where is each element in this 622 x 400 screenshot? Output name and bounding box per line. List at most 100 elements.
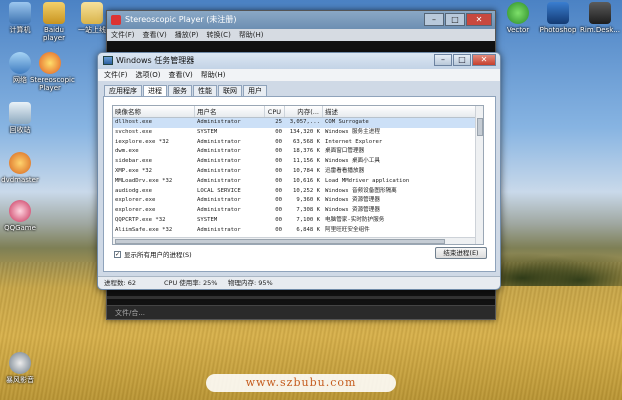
task-manager-icon [103,56,113,65]
scrollbar-thumb[interactable] [115,239,445,244]
tab-networking[interactable]: 联网 [218,85,242,96]
vertical-scrollbar[interactable] [475,106,483,244]
cell-image-name: dwm.exe [115,148,139,155]
menu-convert[interactable]: 转换(C) [206,29,230,41]
tab-performance[interactable]: 性能 [193,85,217,96]
window-title: Stereoscopic Player (未注册) [125,15,237,24]
maximize-button[interactable]: □ [445,13,465,26]
table-row[interactable]: dwm.exe Administrator 00 18,376 K 桌面窗口管理器 [113,147,483,157]
process-table[interactable]: 映像名称 用户名 CPU 内存(... 描述 dllhost.exe Admini… [112,105,484,245]
desktop-icon-qqgame[interactable]: QQGame [0,200,40,232]
scrollbar-thumb[interactable] [477,118,483,136]
menu-options[interactable]: 选项(O) [136,69,161,81]
menu-file[interactable]: 文件(F) [111,29,135,41]
menu-help[interactable]: 帮助(H) [201,69,226,81]
menu-play[interactable]: 播放(P) [175,29,199,41]
media-player-icon [9,352,31,374]
cell-description: 电脑管家-实时防护服务 [325,216,385,223]
recycle-bin-icon [9,102,31,124]
tab-users[interactable]: 用户 [243,85,267,96]
cell-cpu: 25 [275,119,282,125]
title-bar[interactable]: Windows 任务管理器 – □ ✕ [98,53,500,69]
desktop-icon-label: QQGame [4,224,36,232]
desktop-icon-stereoscopic[interactable]: Stereoscopic Player [30,52,75,92]
desktop-icon-label: Stereoscopic Player [30,76,75,92]
cell-description: Windows 资源管理器 [325,197,380,204]
desktop-icon-baidu-player[interactable]: Baidu player [34,2,74,42]
cell-memory: 7,100 K [296,216,320,223]
cell-description: Windows 音频设备图形隔离 [325,187,397,194]
table-header: 映像名称 用户名 CPU 内存(... 描述 [113,106,483,118]
tab-applications[interactable]: 应用程序 [104,85,142,96]
cell-description: 桌面窗口管理器 [325,148,365,155]
desktop-icon-dvdmaster[interactable]: dvdmaster [0,152,40,184]
table-row[interactable]: explorer.exe Administrator 00 7,308 K Window… [113,206,483,216]
cell-user: LOCAL SERVICE [197,187,241,194]
cell-cpu: 00 [275,158,282,165]
checkmark-icon [507,2,529,24]
desktop-icon-photoshop[interactable]: Photoshop [538,2,578,34]
close-button[interactable]: ✕ [466,13,492,26]
desktop-icon-label: Vector [506,26,530,34]
cell-memory: 11,156 K [293,158,320,165]
minimize-button[interactable]: – [424,13,444,26]
cell-user: Administrator [197,167,241,174]
table-body: dllhost.exe Administrator 25 3,057,... COM S… [113,118,483,244]
cell-cpu: 00 [275,197,282,204]
cell-cpu: 00 [275,226,282,233]
table-row[interactable]: dllhost.exe Administrator 25 3,057,... COM S… [113,118,483,128]
checkbox[interactable]: ✓ [114,250,121,258]
cell-description: 阿里旺旺安全组件 [325,226,370,233]
menu-file[interactable]: 文件(F) [104,69,128,81]
column-header-memory[interactable]: 内存(... [285,106,323,117]
desktop-icon-recycle[interactable]: 回收站 [0,102,40,134]
cell-memory: 18,376 K [293,148,320,155]
column-header-cpu[interactable]: CPU [265,106,285,117]
cell-image-name: XMP.exe *32 [115,167,153,174]
desktop-icon-vector[interactable]: Vector [498,2,538,34]
menu-view[interactable]: 查看(V) [168,69,192,81]
memory-usage: 物理内存: 95% [228,279,273,287]
desktop-icon-label: Photoshop [539,26,577,34]
tab-services[interactable]: 服务 [168,85,192,96]
dvd-icon [9,152,31,174]
cell-memory: 10,784 K [293,167,320,174]
desktop-icon-rim-desktop[interactable]: Rim.Desk... [580,2,620,34]
checkbox-label: 显示所有用户的进程(S) [124,251,192,259]
maximize-button[interactable]: □ [453,54,471,66]
title-bar[interactable]: Stereoscopic Player (未注册) – □ ✕ [107,11,495,29]
seek-bar[interactable] [107,296,495,299]
column-header-description[interactable]: 描述 [323,106,481,117]
cell-memory: 134,320 K [289,128,320,135]
table-row[interactable]: iexplore.exe *32 Administrator 00 63,568 K I… [113,138,483,148]
table-row[interactable]: svchost.exe SYSTEM 00 134,320 K Windows 服务主进… [113,128,483,138]
table-row[interactable]: explorer.exe Administrator 00 9,360 K Window… [113,196,483,206]
task-manager-window[interactable]: Windows 任务管理器 – □ ✕ 文件(F) 选项(O) 查看(V) 帮助… [97,52,501,290]
desktop-icon-label: 暴风影音 [6,376,34,384]
menu-help[interactable]: 帮助(H) [239,29,264,41]
cell-cpu: 00 [275,138,282,145]
table-row[interactable]: audiodg.exe LOCAL SERVICE 00 10,252 K Window… [113,187,483,197]
rim-desktop-icon [589,2,611,24]
close-button[interactable]: ✕ [472,54,496,66]
menu-view[interactable]: 查看(V) [143,29,167,41]
table-row[interactable]: sidebar.exe Administrator 00 11,156 K Window… [113,157,483,167]
column-header-user[interactable]: 用户名 [195,106,265,117]
desktop-icon-baofeng[interactable]: 暴风影音 [0,352,40,384]
table-row[interactable]: AliimSafe.exe *32 Administrator 00 6,848 K 阿… [113,226,483,236]
window-controls: – □ ✕ [424,13,492,26]
horizontal-scrollbar[interactable] [113,237,475,244]
show-all-processes-checkbox[interactable]: ✓ 显示所有用户的进程(S) [114,249,192,259]
cell-image-name: explorer.exe [115,197,156,204]
cell-user: Administrator [197,226,241,233]
cell-description: Windows 资源管理器 [325,207,380,214]
end-process-button[interactable]: 结束进程(E) [435,247,487,259]
table-row[interactable]: MMLoadDrv.exe *32 Administrator 00 10,616 K… [113,177,483,187]
network-icon [9,52,31,74]
cell-image-name: svchost.exe [115,128,153,135]
cell-memory: 9,360 K [296,197,320,204]
table-row[interactable]: XMP.exe *32 Administrator 00 10,784 K 迅雷看看播放… [113,167,483,177]
column-header-image-name[interactable]: 映像名称 [113,106,195,117]
table-row[interactable]: QQPCRTP.exe *32 SYSTEM 00 7,100 K 电脑管家-实时防护服… [113,216,483,226]
minimize-button[interactable]: – [434,54,452,66]
